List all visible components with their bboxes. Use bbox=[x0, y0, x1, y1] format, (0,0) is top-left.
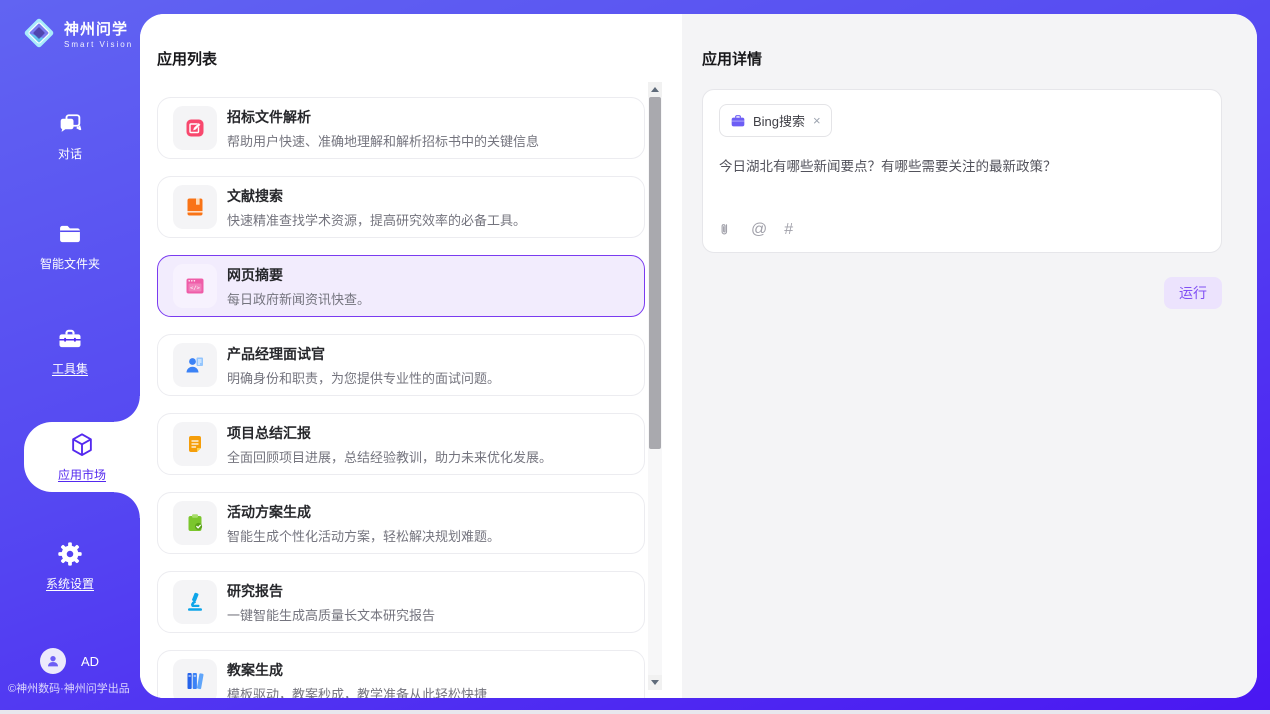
app-description: 智能生成个性化活动方案，轻松解决规划难题。 bbox=[227, 526, 500, 545]
query-card: Bing搜索 × 今日湖北有哪些新闻要点？有哪些需要关注的最新政策？ @ # bbox=[702, 89, 1222, 253]
copyright-footer: ©神州数码·神州问学出品 bbox=[8, 680, 140, 696]
app-card-webpage-summary[interactable]: </> 网页摘要 每日政府新闻资讯快查。 bbox=[157, 255, 645, 317]
app-description: 快速精准查找学术资源，提高研究效率的必备工具。 bbox=[227, 210, 526, 229]
attachment-toolbar: @ # bbox=[719, 221, 1205, 238]
folder-icon bbox=[56, 220, 84, 248]
scrollbar-thumb[interactable] bbox=[649, 97, 661, 449]
edit-doc-icon bbox=[173, 106, 217, 150]
webpage-icon: </> bbox=[173, 264, 217, 308]
sidebar-item-label: 对话 bbox=[58, 145, 82, 162]
gear-icon bbox=[56, 540, 84, 568]
app-card-research-report[interactable]: 研究报告 一键智能生成高质量长文本研究报告 bbox=[157, 571, 645, 633]
paperclip-icon[interactable] bbox=[719, 221, 734, 238]
scrollbar-up-button[interactable] bbox=[648, 82, 662, 97]
cube-icon bbox=[68, 431, 96, 459]
main-content: 应用列表 招标文件解析 帮助用户快速、准确地理解和解析招标书中的关键信息 bbox=[140, 14, 1257, 698]
mention-at-icon[interactable]: @ bbox=[751, 222, 767, 238]
app-description: 全面回顾项目进展，总结经验教训，助力未来优化发展。 bbox=[227, 447, 552, 466]
app-description: 帮助用户快速、准确地理解和解析招标书中的关键信息 bbox=[227, 131, 539, 150]
brand-logo: 神州问学 Smart Vision bbox=[20, 14, 133, 52]
chat-icon bbox=[56, 110, 84, 138]
app-card-pm-interviewer[interactable]: 产品经理面试官 明确身份和职责，为您提供专业性的面试问题。 bbox=[157, 334, 645, 396]
app-name: 网页摘要 bbox=[227, 265, 370, 285]
tool-tag-label: Bing搜索 bbox=[753, 111, 805, 130]
app-name: 教案生成 bbox=[227, 660, 487, 680]
app-description: 明确身份和职责，为您提供专业性的面试问题。 bbox=[227, 368, 500, 387]
sidebar-item-app-market[interactable]: 应用市场 bbox=[24, 422, 140, 492]
app-list: 招标文件解析 帮助用户快速、准确地理解和解析招标书中的关键信息 文献搜索 bbox=[140, 97, 682, 698]
page-bottom-strip bbox=[0, 710, 1270, 714]
briefcase-icon bbox=[730, 113, 746, 129]
app-detail-title: 应用详情 bbox=[682, 14, 1257, 69]
sidebar-item-label: 工具集 bbox=[52, 360, 88, 377]
app-name: 研究报告 bbox=[227, 581, 435, 601]
app-card-literature-search[interactable]: 文献搜索 快速精准查找学术资源，提高研究效率的必备工具。 bbox=[157, 176, 645, 238]
toolbox-icon bbox=[56, 325, 84, 353]
sidebar-item-toolset[interactable]: 工具集 bbox=[0, 325, 140, 377]
triangle-down-icon bbox=[651, 680, 659, 685]
sidebar: 神州问学 Smart Vision 对话 智能文件夹 bbox=[0, 0, 140, 710]
app-name: 项目总结汇报 bbox=[227, 423, 552, 443]
hash-icon[interactable]: # bbox=[784, 222, 793, 238]
app-description: 模板驱动，教案秒成，教学准备从此轻松快捷 bbox=[227, 684, 487, 699]
run-button[interactable]: 运行 bbox=[1164, 277, 1222, 309]
app-card-event-plan[interactable]: 活动方案生成 智能生成个性化活动方案，轻松解决规划难题。 bbox=[157, 492, 645, 554]
query-input[interactable]: 今日湖北有哪些新闻要点？有哪些需要关注的最新政策？ bbox=[719, 157, 1205, 221]
app-card-lesson-plan[interactable]: 教案生成 模板驱动，教案秒成，教学准备从此轻松快捷 bbox=[157, 650, 645, 698]
app-name: 招标文件解析 bbox=[227, 107, 539, 127]
svg-text:</>: </> bbox=[190, 286, 201, 292]
sidebar-item-chat[interactable]: 对话 bbox=[0, 110, 140, 162]
app-detail-panel: 应用详情 Bing搜索 × 今日湖北有哪些新闻要点？有哪些需要关注的最新政策？ bbox=[682, 14, 1257, 698]
user-name: AD bbox=[81, 654, 99, 669]
app-list-title: 应用列表 bbox=[140, 14, 682, 69]
app-frame: 神州问学 Smart Vision 对话 智能文件夹 bbox=[0, 0, 1270, 710]
app-description: 一键智能生成高质量长文本研究报告 bbox=[227, 605, 435, 624]
microscope-icon bbox=[173, 580, 217, 624]
brand-subtitle: Smart Vision bbox=[64, 40, 133, 49]
diamond-logo-icon bbox=[20, 14, 58, 52]
close-icon[interactable]: × bbox=[813, 114, 821, 127]
scrollbar-track[interactable] bbox=[648, 97, 662, 675]
sidebar-item-settings[interactable]: 系统设置 bbox=[0, 540, 140, 592]
interviewer-icon bbox=[173, 343, 217, 387]
brand-name: 神州问学 bbox=[64, 18, 133, 39]
app-list-panel: 应用列表 招标文件解析 帮助用户快速、准确地理解和解析招标书中的关键信息 bbox=[140, 14, 682, 698]
memo-icon bbox=[173, 422, 217, 466]
tool-tag-bing-search[interactable]: Bing搜索 × bbox=[719, 104, 832, 137]
app-card-project-summary[interactable]: 项目总结汇报 全面回顾项目进展，总结经验教训，助力未来优化发展。 bbox=[157, 413, 645, 475]
app-description: 每日政府新闻资讯快查。 bbox=[227, 289, 370, 308]
clipboard-check-icon bbox=[173, 501, 217, 545]
sidebar-item-label: 智能文件夹 bbox=[40, 255, 100, 272]
sidebar-item-label: 应用市场 bbox=[58, 466, 106, 483]
app-name: 文献搜索 bbox=[227, 186, 526, 206]
app-name: 产品经理面试官 bbox=[227, 344, 500, 364]
books-icon bbox=[173, 659, 217, 698]
avatar bbox=[40, 648, 66, 674]
sidebar-item-label: 系统设置 bbox=[46, 575, 94, 592]
app-list-scrollbar[interactable] bbox=[648, 82, 662, 690]
app-card-bid-document-analysis[interactable]: 招标文件解析 帮助用户快速、准确地理解和解析招标书中的关键信息 bbox=[157, 97, 645, 159]
sidebar-item-smart-folder[interactable]: 智能文件夹 bbox=[0, 220, 140, 272]
app-name: 活动方案生成 bbox=[227, 502, 500, 522]
scrollbar-down-button[interactable] bbox=[648, 675, 662, 690]
user-account[interactable]: AD bbox=[40, 648, 99, 674]
book-icon bbox=[173, 185, 217, 229]
triangle-up-icon bbox=[651, 87, 659, 92]
